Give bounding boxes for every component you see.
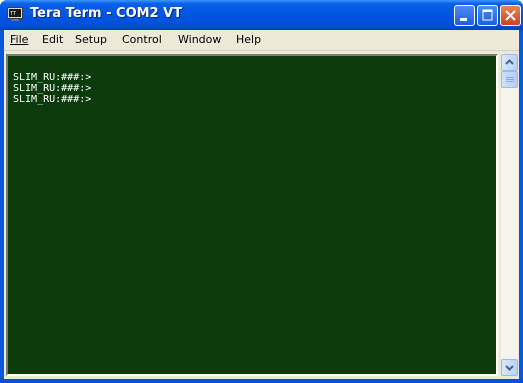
maximize-button[interactable] xyxy=(477,5,498,26)
thumb-grip xyxy=(506,81,514,82)
close-icon xyxy=(505,10,516,21)
menu-setup[interactable]: Setup xyxy=(75,33,107,46)
thumb-grip xyxy=(506,79,514,80)
tera-term-window: TT Tera Term - COM2 VT File Edit Setup C… xyxy=(0,0,523,383)
minimize-button[interactable] xyxy=(454,5,475,26)
vertical-scrollbar[interactable] xyxy=(501,54,518,376)
scroll-down-arrow-icon xyxy=(505,365,514,371)
minimize-icon xyxy=(460,18,467,21)
title-bar[interactable]: TT Tera Term - COM2 VT xyxy=(0,0,523,30)
menu-setup-label: Setup xyxy=(75,33,108,46)
teraterm-app-icon[interactable]: TT xyxy=(7,7,23,22)
menu-control[interactable]: Control xyxy=(122,33,162,46)
terminal-line: SLIM_RU:###:> xyxy=(13,72,92,83)
menu-window-label: Window xyxy=(178,33,222,46)
menu-bar: File Edit Setup Control Window Help xyxy=(4,30,519,51)
thumb-grip xyxy=(506,77,514,78)
window-frame-bottom xyxy=(0,379,523,383)
svg-text:TT: TT xyxy=(10,11,16,17)
menu-file-label: File xyxy=(10,33,29,46)
terminal-line: SLIM_RU:###:> xyxy=(13,83,92,94)
scroll-up-arrow-icon xyxy=(505,59,514,65)
maximize-icon xyxy=(482,9,493,21)
scroll-up-button[interactable] xyxy=(501,54,518,71)
menu-help-label: Help xyxy=(236,33,262,46)
menu-window[interactable]: Window xyxy=(178,33,221,46)
menu-edit-label: Edit xyxy=(42,33,64,46)
window-title: Tera Term - COM2 VT xyxy=(30,6,183,21)
menu-file[interactable]: File xyxy=(10,33,28,46)
close-button[interactable] xyxy=(500,5,521,26)
terminal-line: SLIM_RU:###:> xyxy=(13,94,92,105)
menu-help[interactable]: Help xyxy=(236,33,261,46)
scroll-thumb[interactable] xyxy=(501,71,518,88)
terminal-screen[interactable]: SLIM_RU:###:> SLIM_RU:###:> SLIM_RU:###:… xyxy=(6,54,498,376)
menu-control-label: Control xyxy=(122,33,162,46)
menu-edit[interactable]: Edit xyxy=(42,33,63,46)
scroll-down-button[interactable] xyxy=(501,359,518,376)
